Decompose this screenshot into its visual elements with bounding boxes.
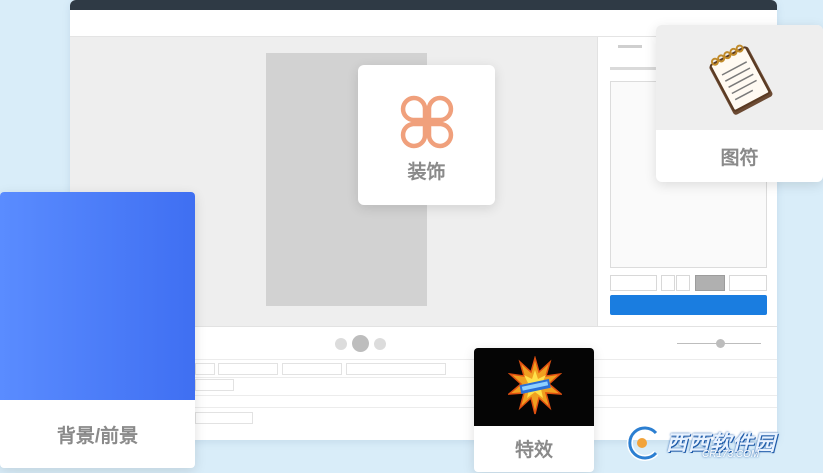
panel-option-button-4[interactable] — [729, 275, 767, 291]
panel-heading-placeholder — [618, 45, 642, 48]
site-watermark: 西西软件园 CR173.COM — [622, 423, 802, 463]
comic-burst-icon — [508, 356, 562, 415]
pager-dot-1[interactable] — [335, 338, 347, 350]
decoration-card-label: 装饰 — [407, 162, 446, 183]
symbol-card[interactable]: 图符 — [656, 25, 823, 182]
panel-option-button-1[interactable] — [610, 275, 657, 291]
field-cell[interactable] — [195, 363, 215, 375]
panel-subheading-placeholder — [610, 67, 662, 70]
symbol-card-label: 图符 — [720, 148, 759, 169]
field-cell[interactable] — [195, 412, 253, 424]
pager-dot-3[interactable] — [374, 338, 386, 350]
title-bar — [70, 0, 777, 10]
panel-option-button-2[interactable] — [661, 275, 675, 291]
background-foreground-card[interactable]: 背景/前景 — [0, 192, 195, 468]
notepad-icon — [709, 44, 773, 115]
effects-card-label: 特效 — [514, 440, 553, 461]
watermark-logo-icon — [626, 425, 659, 461]
decoration-card[interactable]: 装饰 — [358, 65, 495, 205]
field-cell[interactable] — [346, 363, 446, 375]
effects-card[interactable]: 特效 — [474, 348, 594, 472]
zoom-slider-handle[interactable] — [716, 339, 725, 348]
four-petal-icon — [400, 95, 454, 149]
watermark-domain: CR173.COM — [702, 449, 760, 460]
field-cell[interactable] — [282, 363, 342, 375]
background-gradient-preview — [0, 192, 195, 400]
background-foreground-card-label: 背景/前景 — [56, 426, 139, 447]
field-cell[interactable] — [218, 363, 278, 375]
panel-option-button-3[interactable] — [676, 275, 690, 291]
pager-dot-2-active[interactable] — [352, 335, 369, 352]
effects-card-preview — [474, 348, 594, 426]
primary-action-button[interactable] — [610, 295, 767, 315]
field-cell[interactable] — [195, 379, 234, 391]
panel-option-button-selected[interactable] — [695, 275, 725, 291]
